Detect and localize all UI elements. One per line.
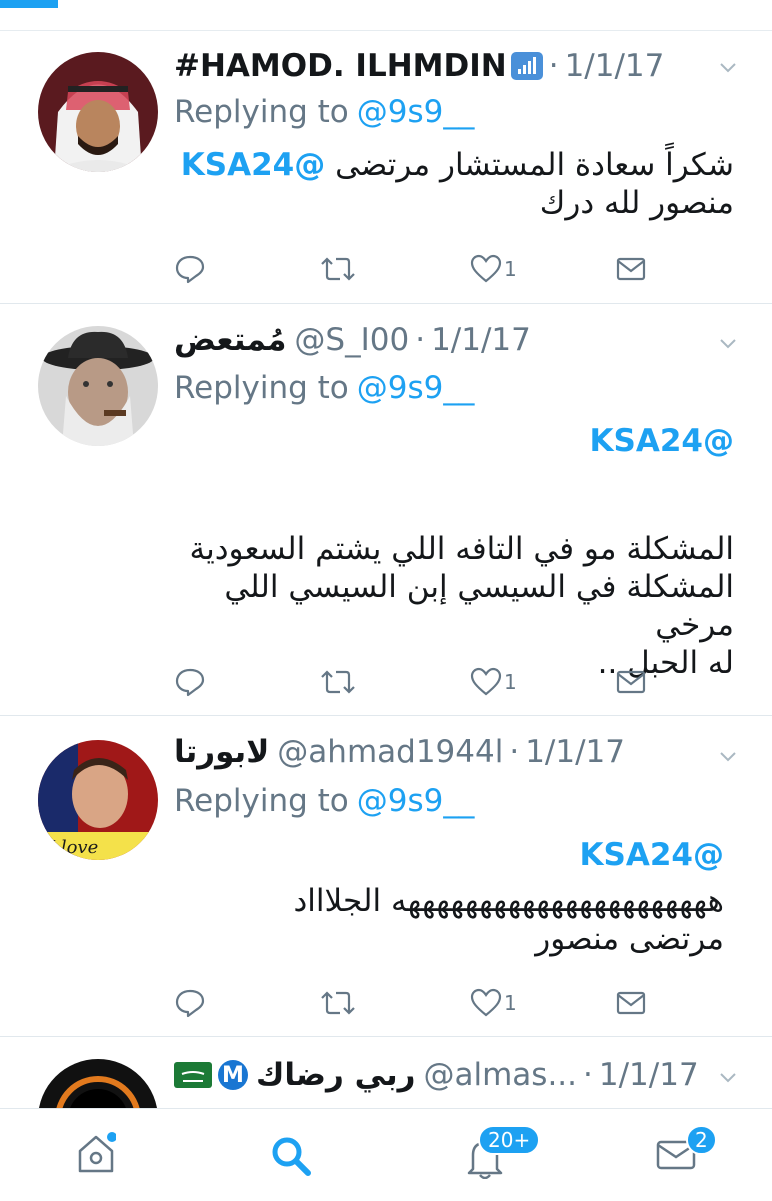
tweet-text: @KSA24 ههههههههههههههههههههههه الجلاااد … xyxy=(174,836,725,958)
user-handle[interactable]: @almas... xyxy=(424,1057,578,1093)
replying-handle[interactable]: @9s9__ xyxy=(357,94,475,130)
tweet-header: M ربي رضاك @almas... · 1/1/17 xyxy=(174,1055,732,1095)
heart-icon xyxy=(470,254,502,283)
tweet-text: شكراً سعادة المستشار مرتضى @KSA24 منصور … xyxy=(174,146,734,222)
replying-handle[interactable]: @9s9__ xyxy=(357,370,475,406)
direct-message-button[interactable] xyxy=(616,666,646,698)
replying-label: Replying to xyxy=(174,370,349,406)
replying-label: Replying to xyxy=(174,94,349,130)
saudi-flag-icon xyxy=(174,1062,212,1088)
top-tab-strip xyxy=(0,0,772,31)
tweet[interactable]: مُمتعض @S_I00 · 1/1/17 Replying to @9s9__… xyxy=(0,304,772,716)
text-line: ههههههههههههههههههههههه الجلاااد xyxy=(293,883,725,919)
bottom-tab-bar: 20+ 2 xyxy=(0,1108,772,1201)
tweet[interactable]: M ربي رضاك @almas... · 1/1/17 xyxy=(0,1037,772,1108)
chevron-down-icon[interactable] xyxy=(720,752,736,762)
retweet-icon xyxy=(321,670,355,694)
like-count: 1 xyxy=(504,991,517,1015)
mention-link[interactable]: @KSA24 xyxy=(174,836,724,874)
retweet-icon xyxy=(321,257,355,281)
dm-icon xyxy=(616,670,646,694)
display-name[interactable]: #HAMOD. ILHMDIN xyxy=(174,48,507,84)
user-handle[interactable]: @ahmad1944l xyxy=(277,734,503,770)
active-tab-indicator xyxy=(0,0,58,8)
heart-icon xyxy=(470,667,502,696)
avatar[interactable] xyxy=(38,1059,158,1108)
like-button[interactable]: 1 xyxy=(470,253,517,285)
tweet[interactable]: #HAMOD. ILHMDIN · 1/1/17 Replying to @9s9… xyxy=(0,30,772,304)
display-name[interactable]: مُمتعض xyxy=(174,322,286,358)
replying-to: Replying to @9s9__ xyxy=(174,370,474,406)
replying-to: Replying to @9s9__ xyxy=(174,94,474,130)
separator-dot: · xyxy=(583,1057,593,1093)
verified-badge: M xyxy=(218,1060,248,1090)
reply-button[interactable] xyxy=(174,666,206,698)
replying-label: Replying to xyxy=(174,783,349,819)
tab-home[interactable] xyxy=(76,1131,117,1179)
dm-icon xyxy=(616,991,646,1015)
dm-icon xyxy=(616,257,646,281)
retweet-button[interactable] xyxy=(320,253,356,285)
text-line: شكراً سعادة المستشار مرتضى @KSA24 xyxy=(180,147,734,183)
retweet-button[interactable] xyxy=(320,666,356,698)
direct-message-button[interactable] xyxy=(616,987,646,1019)
tweet-header: لابورتا @ahmad1944l · 1/1/17 xyxy=(174,732,732,772)
tweet-date[interactable]: 1/1/17 xyxy=(525,734,625,770)
tweet-date[interactable]: 1/1/17 xyxy=(431,322,531,358)
reply-button[interactable] xyxy=(174,987,206,1019)
display-name[interactable]: ربي رضاك xyxy=(256,1057,416,1093)
separator-dot: · xyxy=(548,48,559,84)
tweet-date[interactable]: 1/1/17 xyxy=(599,1057,699,1093)
search-icon xyxy=(272,1137,311,1176)
text-line: المشكلة في السيسي إبن السيسي اللي مرخي xyxy=(224,569,734,643)
tweet-header: مُمتعض @S_I00 · 1/1/17 xyxy=(174,320,732,360)
chevron-down-icon[interactable] xyxy=(720,339,736,349)
chevron-down-icon[interactable] xyxy=(720,1073,736,1083)
tweet-actions: 1 xyxy=(174,666,674,698)
separator-dot: · xyxy=(509,734,520,770)
like-count: 1 xyxy=(504,257,517,281)
retweet-button[interactable] xyxy=(320,987,356,1019)
avatar[interactable] xyxy=(38,326,158,446)
retweet-icon xyxy=(321,991,355,1015)
separator-dot: · xyxy=(415,322,426,358)
messages-badge: 2 xyxy=(686,1125,717,1155)
mention-link[interactable]: @KSA24 xyxy=(174,422,734,460)
home-icon xyxy=(78,1132,117,1173)
text-line: المشكلة مو في التافه اللي يشتم السعودية xyxy=(189,531,735,567)
like-button[interactable]: 1 xyxy=(470,987,517,1019)
tweet-text: @KSA24 المشكلة مو في التافه اللي يشتم ال… xyxy=(174,422,735,682)
mention-link[interactable]: @KSA24 xyxy=(181,147,325,183)
replying-handle[interactable]: @9s9__ xyxy=(357,783,475,819)
tweet[interactable]: I love لابورتا @ahmad1944l · 1/1/17 Repl… xyxy=(0,716,772,1037)
user-handle[interactable]: @S_I00 xyxy=(294,322,409,358)
avatar[interactable] xyxy=(38,52,158,172)
text-line: مرتضى منصور xyxy=(535,921,724,957)
tweet-header: #HAMOD. ILHMDIN · 1/1/17 xyxy=(174,46,732,86)
signal-icon xyxy=(510,52,543,80)
avatar[interactable]: I love xyxy=(38,740,158,860)
tweet-actions: 1 xyxy=(174,987,674,1019)
direct-message-button[interactable] xyxy=(616,253,646,285)
reply-icon xyxy=(175,989,205,1018)
tweet-date[interactable]: 1/1/17 xyxy=(565,48,665,84)
reply-button[interactable] xyxy=(174,253,206,285)
like-button[interactable]: 1 xyxy=(470,666,517,698)
chevron-down-icon[interactable] xyxy=(720,63,736,73)
svg-text:I love: I love xyxy=(47,837,98,858)
tweet-actions: 1 xyxy=(174,253,674,285)
notifications-badge: 20+ xyxy=(478,1125,541,1155)
like-count: 1 xyxy=(504,670,517,694)
heart-icon xyxy=(470,988,502,1017)
display-name[interactable]: لابورتا xyxy=(174,734,269,770)
replying-to: Replying to @9s9__ xyxy=(174,783,474,819)
tab-search[interactable] xyxy=(270,1135,312,1181)
text-line: منصور لله درك xyxy=(539,185,734,221)
reply-icon xyxy=(175,668,205,697)
reply-icon xyxy=(175,255,205,284)
